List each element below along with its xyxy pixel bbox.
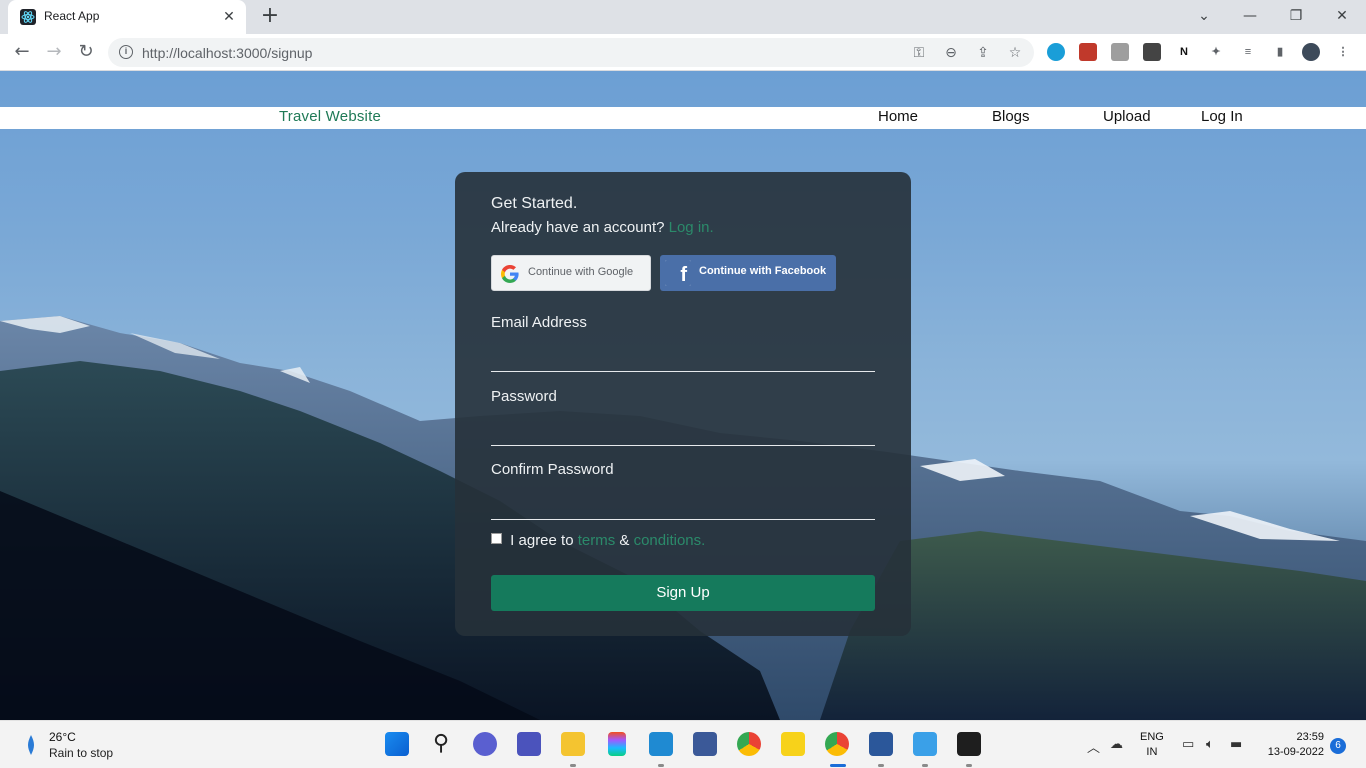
back-icon[interactable]: ← (10, 40, 34, 64)
brand-logo-text[interactable]: Travel Website (279, 108, 381, 125)
browser-tab-strip: React App ✕ + ⌄ — ❐ ✕ (0, 0, 1366, 34)
side-panel-icon[interactable]: ▮ (1271, 43, 1289, 61)
react-favicon-icon (20, 9, 36, 25)
tray-overflow-chevron-icon[interactable]: ︿ (1087, 737, 1100, 756)
profile-avatar[interactable] (1302, 43, 1320, 61)
file-explorer-icon[interactable] (561, 732, 585, 756)
google-button-label: Continue with Google (528, 266, 634, 278)
page-viewport: Travel Website Home Blogs Upload Log In … (0, 71, 1366, 720)
network-icon[interactable]: ▭ (1182, 737, 1194, 752)
chrome-active-icon[interactable] (825, 732, 849, 756)
weather-rain-icon[interactable] (24, 733, 38, 757)
email-label: Email Address (491, 314, 587, 331)
extensions-puzzle-icon[interactable]: ✦ (1207, 43, 1225, 61)
site-navbar: Travel Website Home Blogs Upload Log In (0, 107, 1366, 129)
battery-icon[interactable]: ▬ (1230, 737, 1242, 752)
bookmark-star-icon[interactable]: ☆ (1006, 44, 1024, 62)
password-label: Password (491, 388, 557, 405)
weather-temperature[interactable]: 26°C (49, 730, 76, 744)
continue-with-google-button[interactable]: Continue with Google (491, 255, 651, 291)
nav-link-login[interactable]: Log In (1201, 108, 1243, 125)
meet-icon[interactable] (473, 732, 497, 756)
signup-heading: Get Started. (491, 195, 578, 212)
windows-taskbar: 26°C Rain to stop ⚲ ︿ ☁ ENG IN ▭ 🔈︎ ▬ 23… (0, 720, 1366, 768)
media-control-icon[interactable]: ≡ (1239, 43, 1257, 61)
google-logo-icon (501, 265, 519, 283)
search-icon[interactable]: ⚲ (429, 732, 453, 756)
clock-time: 23:59 (1296, 731, 1324, 743)
ampersand-text: & (619, 532, 630, 549)
start-icon[interactable] (385, 732, 409, 756)
facebook-button-label: Continue with Facebook (699, 265, 827, 277)
facebook-logo-icon: f (665, 260, 691, 286)
key-icon[interactable]: ⚿ (910, 44, 928, 62)
agree-checkbox[interactable] (491, 533, 502, 544)
clock-date: 13-09-2022 (1267, 746, 1324, 758)
word-icon[interactable] (869, 732, 893, 756)
sign-up-button[interactable]: Sign Up (491, 575, 875, 611)
already-account-text: Already have an account? (491, 219, 665, 236)
new-tab-button[interactable]: + (258, 5, 282, 29)
password-field[interactable] (491, 420, 875, 446)
tab-close-icon[interactable]: ✕ (220, 8, 238, 26)
window-close-icon[interactable]: ✕ (1332, 6, 1352, 26)
reload-icon[interactable]: ↻ (74, 40, 98, 64)
nav-link-upload[interactable]: Upload (1103, 108, 1151, 125)
extension-1-icon[interactable] (1047, 43, 1065, 61)
continue-with-facebook-button[interactable]: f Continue with Facebook (660, 255, 836, 291)
signup-card: Get Started. Already have an account? Lo… (455, 172, 911, 636)
terms-link[interactable]: terms (578, 532, 616, 549)
terminal-icon[interactable] (957, 732, 981, 756)
browser-toolbar: ← → ↻ i http://localhost:3000/signup ⚿ ⊖… (0, 34, 1366, 71)
teams-icon[interactable] (517, 732, 541, 756)
conditions-link[interactable]: conditions. (634, 532, 706, 549)
menu-kebab-icon[interactable]: ⋮ (1334, 43, 1352, 61)
browser-tab-react-app[interactable]: React App ✕ (8, 0, 246, 34)
forward-icon[interactable]: → (42, 40, 66, 64)
notepad-running-indicator (922, 764, 928, 767)
chrome-icon[interactable] (737, 732, 761, 756)
chrome-active-indicator (830, 764, 846, 767)
tab-title: React App (44, 9, 100, 23)
extension-2-icon[interactable] (1079, 43, 1097, 61)
language-indicator[interactable]: ENG IN (1140, 730, 1164, 760)
login-link[interactable]: Log in. (669, 219, 714, 236)
terms-agreement: I agree to terms & conditions. (491, 532, 705, 549)
figma-icon[interactable] (608, 732, 626, 756)
file-explorer-running-indicator (570, 764, 576, 767)
agree-text: I agree to (510, 532, 574, 549)
site-info-icon[interactable]: i (119, 45, 133, 59)
sticky-notes-icon[interactable] (781, 732, 805, 756)
onedrive-cloud-icon[interactable]: ☁ (1110, 737, 1123, 752)
terminal-running-indicator (966, 764, 972, 767)
signup-subheading: Already have an account? Log in. (491, 219, 714, 236)
extension-5-icon[interactable]: N (1175, 43, 1193, 61)
zoom-icon[interactable]: ⊖ (942, 44, 960, 62)
vscode-icon[interactable] (649, 732, 673, 756)
confirm-password-field[interactable] (491, 494, 875, 520)
confirm-password-label: Confirm Password (491, 461, 614, 478)
url-text[interactable]: http://localhost:3000/signup (142, 45, 312, 61)
email-field[interactable] (491, 346, 875, 372)
minimize-icon[interactable]: — (1240, 6, 1260, 26)
extension-4-icon[interactable] (1143, 43, 1161, 61)
volume-icon[interactable]: 🔈︎ (1206, 737, 1214, 752)
devc-icon[interactable] (693, 732, 717, 756)
share-icon[interactable]: ⇪ (974, 44, 992, 62)
notification-badge[interactable]: 6 (1330, 738, 1346, 754)
tab-search-chevron-icon[interactable]: ⌄ (1194, 6, 1214, 26)
nav-link-blogs[interactable]: Blogs (992, 108, 1030, 125)
weather-description[interactable]: Rain to stop (49, 746, 113, 760)
restore-icon[interactable]: ❐ (1286, 6, 1306, 26)
address-bar[interactable]: i http://localhost:3000/signup ⚿ ⊖ ⇪ ☆ (108, 38, 1034, 67)
notepad-icon[interactable] (913, 732, 937, 756)
nav-link-home[interactable]: Home (878, 108, 918, 125)
language-line1: ENG (1140, 731, 1164, 743)
vscode-running-indicator (658, 764, 664, 767)
extension-3-icon[interactable] (1111, 43, 1129, 61)
language-line2: IN (1146, 746, 1158, 758)
system-clock[interactable]: 23:59 13-09-2022 (1260, 730, 1324, 760)
word-running-indicator (878, 764, 884, 767)
